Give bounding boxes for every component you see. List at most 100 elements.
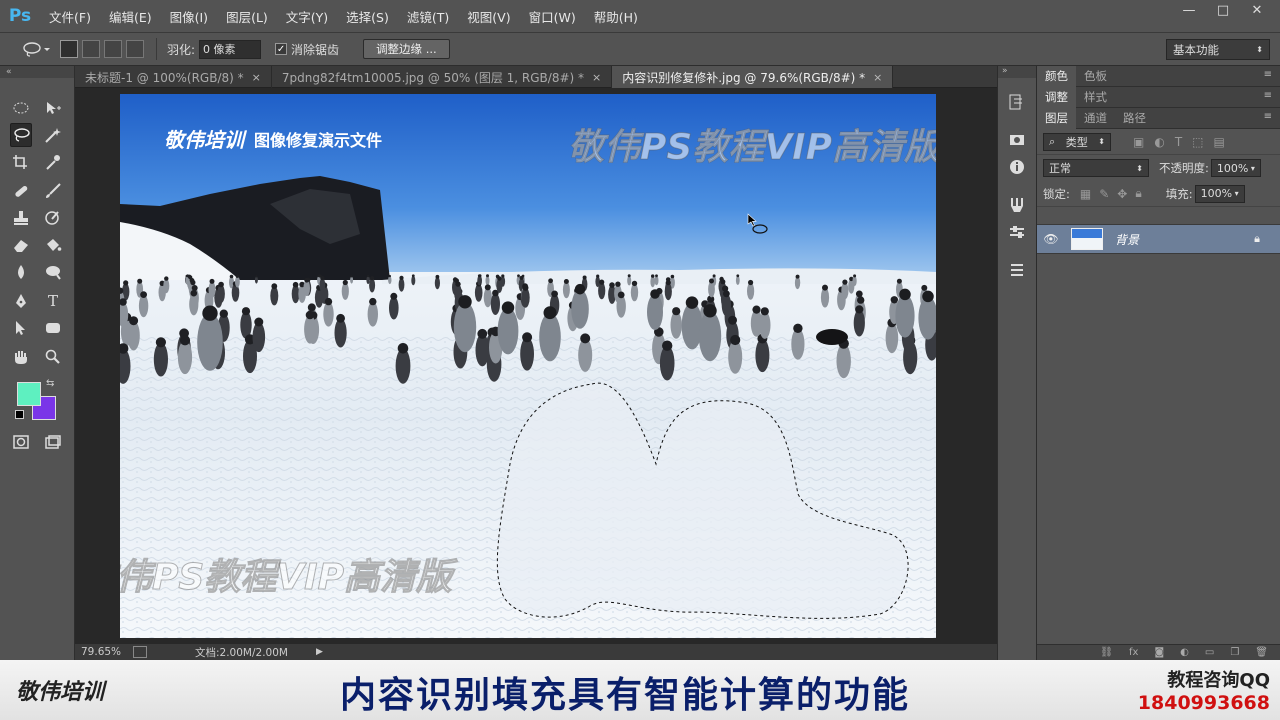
info-panel-icon[interactable] xyxy=(1004,155,1030,179)
paint-bucket-tool-icon[interactable] xyxy=(42,233,64,257)
tab-styles[interactable]: 样式 xyxy=(1076,87,1115,108)
marquee-tool-icon[interactable] xyxy=(10,96,32,120)
menu-filter[interactable]: 滤镜(T) xyxy=(398,0,458,33)
add-to-selection-mode[interactable] xyxy=(82,40,100,58)
menu-edit[interactable]: 编辑(E) xyxy=(100,0,161,33)
brush-tool-icon[interactable] xyxy=(42,179,64,203)
visibility-eye-icon[interactable]: 👁︎ xyxy=(1037,232,1065,246)
lasso-preset-picker[interactable] xyxy=(16,36,58,62)
blend-mode-select[interactable]: 正常 ⬍ xyxy=(1043,159,1149,177)
subtract-from-selection-mode[interactable] xyxy=(104,40,122,58)
collapse-icon[interactable]: « xyxy=(0,66,74,78)
status-icon[interactable] xyxy=(133,646,147,658)
refine-edge-button[interactable]: 调整边缘 ... xyxy=(363,39,450,59)
menu-help[interactable]: 帮助(H) xyxy=(585,0,647,33)
swap-colors-icon[interactable]: ⇆ xyxy=(46,378,54,389)
tab-untitled[interactable]: 未标题-1 @ 100%(RGB/8) * × xyxy=(75,66,272,88)
opacity-input[interactable]: 100% ▾ xyxy=(1210,159,1261,177)
tab-channels[interactable]: 通道 xyxy=(1076,108,1115,129)
lasso-icon xyxy=(23,42,50,57)
menu-view[interactable]: 视图(V) xyxy=(458,0,519,33)
expand-panels-icon[interactable]: » xyxy=(998,66,1036,78)
properties-panel-icon[interactable] xyxy=(1004,128,1030,152)
default-colors-icon[interactable] xyxy=(15,410,24,419)
layer-style-icon[interactable]: fx xyxy=(1129,647,1138,658)
menu-select[interactable]: 选择(S) xyxy=(337,0,398,33)
clone-stamp-tool-icon[interactable] xyxy=(10,206,32,230)
lasso-tool-icon[interactable] xyxy=(10,122,33,147)
link-layers-icon[interactable]: ⛓ xyxy=(1100,647,1113,658)
minimize-button[interactable]: — xyxy=(1172,0,1206,20)
lock-transparent-icon[interactable]: ▦ xyxy=(1080,187,1091,201)
feather-input[interactable]: 0 像素 xyxy=(199,39,262,59)
lock-all-icon[interactable]: 🔒︎ xyxy=(1135,186,1141,201)
pen-tool-icon[interactable] xyxy=(10,289,32,313)
menu-file[interactable]: 文件(F) xyxy=(40,0,100,33)
adjustment-layer-icon[interactable]: ◐ xyxy=(1180,647,1189,658)
shape-tool-icon[interactable] xyxy=(42,316,64,340)
filter-kind-select[interactable]: ⌕ 类型 ⬍ xyxy=(1043,132,1111,151)
hand-tool-icon[interactable] xyxy=(10,345,32,369)
new-selection-mode[interactable] xyxy=(60,40,78,58)
tab-adjustments[interactable]: 调整 xyxy=(1037,86,1076,108)
filter-adjust-icon[interactable]: ◐ xyxy=(1154,135,1164,149)
tab-color[interactable]: 颜色 xyxy=(1037,65,1076,87)
close-icon[interactable]: × xyxy=(252,71,261,84)
healing-brush-tool-icon[interactable] xyxy=(10,179,32,203)
menu-layer[interactable]: 图层(L) xyxy=(217,0,277,33)
eraser-tool-icon[interactable] xyxy=(10,233,32,257)
magic-wand-tool-icon[interactable] xyxy=(42,123,64,147)
panel-menu-icon[interactable]: ≡ xyxy=(1264,69,1272,80)
filter-smart-icon[interactable]: ▤ xyxy=(1214,135,1225,149)
new-group-icon[interactable]: ▭ xyxy=(1205,647,1214,658)
dodge-tool-icon[interactable] xyxy=(42,260,64,284)
intersect-selection-mode[interactable] xyxy=(126,40,144,58)
delete-layer-icon[interactable]: 🗑︎ xyxy=(1255,647,1268,658)
zoom-tool-icon[interactable] xyxy=(42,345,64,369)
actions-panel-icon[interactable] xyxy=(1004,258,1030,282)
tab-penguin-photo[interactable]: 7pdng82f4tm10005.jpg @ 50% (图层 1, RGB/8#… xyxy=(272,66,613,88)
lock-position-icon[interactable]: ✥ xyxy=(1117,187,1127,201)
close-button[interactable]: ✕ xyxy=(1240,0,1274,20)
close-icon[interactable]: × xyxy=(592,71,601,84)
status-menu-arrow-icon[interactable]: ▶ xyxy=(316,647,323,657)
eyedropper-tool-icon[interactable] xyxy=(42,150,64,174)
filter-pixel-icon[interactable]: ▣ xyxy=(1133,135,1144,149)
zoom-level[interactable]: 79.65% xyxy=(81,646,129,658)
panel-menu-icon[interactable]: ≡ xyxy=(1264,90,1272,101)
tab-layers[interactable]: 图层 xyxy=(1037,107,1076,129)
brush-presets-icon[interactable] xyxy=(1004,193,1030,217)
crop-tool-icon[interactable] xyxy=(10,150,32,174)
move-tool-icon[interactable] xyxy=(42,96,64,120)
menu-image[interactable]: 图像(I) xyxy=(161,0,217,33)
fill-input[interactable]: 100% ▾ xyxy=(1194,184,1245,203)
layer-row-background[interactable]: 👁︎ 背景 🔒︎ xyxy=(1037,224,1280,254)
tab-paths[interactable]: 路径 xyxy=(1115,108,1154,129)
history-brush-tool-icon[interactable] xyxy=(42,206,64,230)
add-mask-icon[interactable]: ◙ xyxy=(1154,647,1164,658)
clone-source-icon[interactable] xyxy=(1004,220,1030,244)
tab-swatches[interactable]: 色板 xyxy=(1076,66,1115,87)
document-canvas[interactable]: 敬伟培训 图像修复演示文件 敬伟PS教程VIP高清版 敬伟PS教程VIP高清版 xyxy=(120,94,936,638)
path-selection-tool-icon[interactable] xyxy=(10,316,32,340)
close-icon[interactable]: × xyxy=(873,71,882,84)
quick-mask-icon[interactable] xyxy=(10,430,32,454)
history-panel-icon[interactable] xyxy=(1004,90,1030,114)
workspace-select[interactable]: 基本功能 ⬍ xyxy=(1166,39,1270,60)
blur-tool-icon[interactable] xyxy=(10,260,32,284)
layer-name[interactable]: 背景 xyxy=(1115,231,1139,248)
type-tool-icon[interactable]: T xyxy=(42,289,64,313)
filter-type-icon[interactable]: T xyxy=(1175,135,1182,149)
new-layer-icon[interactable]: ❐ xyxy=(1230,647,1239,658)
panel-menu-icon[interactable]: ≡ xyxy=(1264,111,1272,122)
foreground-color-swatch[interactable] xyxy=(17,382,41,406)
tab-content-aware-fix[interactable]: 内容识别修复修补.jpg @ 79.6%(RGB/8#) * × xyxy=(612,66,894,88)
screen-mode-icon[interactable] xyxy=(42,430,64,454)
menu-type[interactable]: 文字(Y) xyxy=(277,0,337,33)
lock-pixels-icon[interactable]: ✎ xyxy=(1099,187,1109,201)
antialias-checkbox[interactable]: ✓ xyxy=(275,43,288,55)
menu-window[interactable]: 窗口(W) xyxy=(520,0,585,33)
maximize-button[interactable]: □ xyxy=(1206,0,1240,20)
contact-label: 教程咨询QQ xyxy=(1167,670,1270,691)
filter-shape-icon[interactable]: ⬚ xyxy=(1192,135,1203,149)
